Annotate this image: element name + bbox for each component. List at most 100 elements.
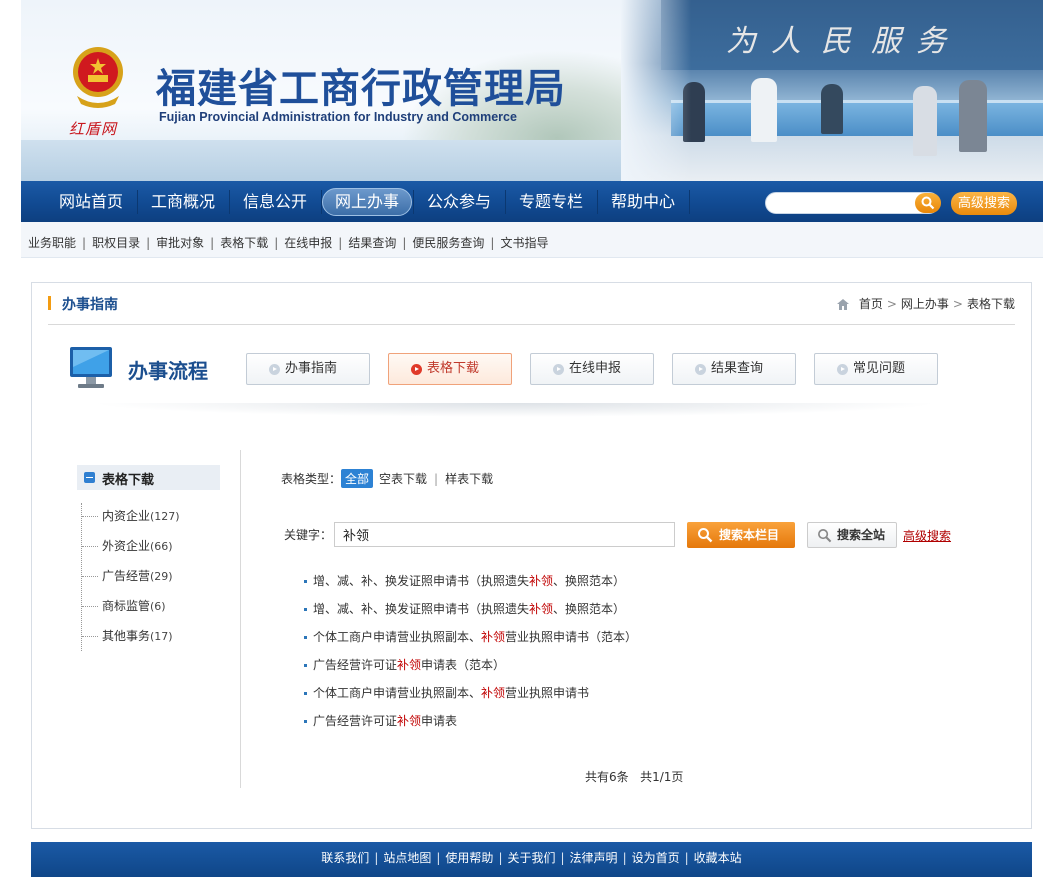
search-icon bbox=[818, 529, 832, 543]
photo-calligraphy-5: 务 bbox=[916, 24, 946, 59]
collapse-icon bbox=[84, 472, 95, 483]
breadcrumb-home[interactable]: 首页 bbox=[859, 297, 883, 311]
subnav-item-convenience-query[interactable]: 便民服务查询 bbox=[412, 236, 484, 250]
site-subtitle: Fujian Provincial Administration for Ind… bbox=[159, 110, 517, 124]
process-steps: 办事流程 办事指南 表格下载 在线申报 结果查询 常见问题 bbox=[68, 343, 938, 403]
footer-link-legal[interactable]: 法律声明 bbox=[570, 851, 618, 865]
search-icon bbox=[698, 528, 713, 543]
form-type-filter: 表格类型： 全部 空表下载 | 样表下载 bbox=[281, 469, 493, 488]
step-form-download[interactable]: 表格下载 bbox=[388, 353, 512, 385]
subnav-item-result-query[interactable]: 结果查询 bbox=[348, 236, 396, 250]
subnav-item-form-download[interactable]: 表格下载 bbox=[220, 236, 268, 250]
photo-calligraphy-4: 服 bbox=[871, 24, 901, 59]
subnav-item-online-application[interactable]: 在线申报 bbox=[284, 236, 332, 250]
panel-title-accent bbox=[48, 296, 51, 310]
subnav-item-document-guidance[interactable]: 文书指导 bbox=[500, 236, 548, 250]
step-result-query[interactable]: 结果查询 bbox=[672, 353, 796, 385]
tree-item-advertising[interactable]: 广告经营(29) bbox=[82, 567, 173, 585]
tree-title: 表格下载 bbox=[102, 473, 155, 488]
footer-link-set-homepage[interactable]: 设为首页 bbox=[632, 851, 680, 865]
result-item[interactable]: 广告经营许可证补领申请表（范本） bbox=[304, 656, 505, 674]
photo-service-counter bbox=[671, 100, 1043, 136]
result-item[interactable]: 个体工商户申请营业执照副本、补领营业执照申请书 bbox=[304, 684, 589, 702]
subnav-divider: | bbox=[274, 236, 279, 250]
tree-item-domestic[interactable]: 内资企业(127) bbox=[82, 507, 180, 525]
play-icon bbox=[695, 364, 706, 375]
footer-divider: | bbox=[436, 851, 441, 865]
process-title: 办事流程 bbox=[128, 359, 208, 383]
nav-separator bbox=[689, 190, 690, 214]
step-faq[interactable]: 常见问题 bbox=[814, 353, 938, 385]
home-icon bbox=[837, 299, 849, 310]
result-item[interactable]: 增、减、补、换发证照申请书（执照遗失补领、换照范本） bbox=[304, 600, 625, 618]
tree-item-count: (127) bbox=[150, 510, 180, 523]
photo-calligraphy-1: 为 bbox=[726, 24, 756, 59]
filter-divider: | bbox=[434, 472, 439, 486]
play-icon bbox=[411, 364, 422, 375]
tree-item-trademark[interactable]: 商标监管(6) bbox=[82, 597, 166, 615]
photo-person bbox=[751, 78, 777, 142]
footer-divider: | bbox=[622, 851, 627, 865]
main-nav: 网站首页 工商概况 信息公开 网上办事 公众参与 专题专栏 帮助中心 高级搜索 bbox=[21, 181, 1043, 222]
process-shadow bbox=[90, 403, 940, 417]
type-all[interactable]: 全部 bbox=[341, 469, 374, 488]
subnav-divider: | bbox=[490, 236, 495, 250]
nav-item-overview[interactable]: 工商概况 bbox=[137, 181, 229, 222]
site-search-button[interactable] bbox=[915, 193, 941, 213]
tree-item-foreign[interactable]: 外资企业(66) bbox=[82, 537, 173, 555]
play-icon bbox=[553, 364, 564, 375]
step-online-application[interactable]: 在线申报 bbox=[530, 353, 654, 385]
subnav-divider: | bbox=[402, 236, 407, 250]
result-item[interactable]: 增、减、补、换发证照申请书（执照遗失补领、换照范本） bbox=[304, 572, 625, 590]
footer-divider: | bbox=[498, 851, 503, 865]
play-icon bbox=[837, 364, 848, 375]
type-sample-download[interactable]: 样表下载 bbox=[445, 472, 493, 486]
subnav-item-authority-catalog[interactable]: 职权目录 bbox=[92, 236, 140, 250]
footer-link-contact[interactable]: 联系我们 bbox=[321, 851, 369, 865]
type-blank-download[interactable]: 空表下载 bbox=[379, 472, 427, 486]
column-divider bbox=[240, 450, 241, 788]
nav-item-home[interactable]: 网站首页 bbox=[45, 181, 137, 222]
play-icon bbox=[269, 364, 280, 375]
total-count: 共有6条 bbox=[585, 770, 629, 784]
keyword-input[interactable] bbox=[334, 522, 675, 547]
result-item[interactable]: 个体工商户申请营业执照副本、补领营业执照申请书（范本） bbox=[304, 628, 637, 646]
search-column-button[interactable]: 搜索本栏目 bbox=[687, 522, 795, 548]
breadcrumb: 首页 > 网上办事 > 表格下载 bbox=[837, 295, 1015, 312]
photo-calligraphy-3: 民 bbox=[821, 24, 851, 59]
search-site-button[interactable]: 搜索全站 bbox=[807, 522, 897, 548]
monitor-icon bbox=[70, 347, 112, 388]
site-search-input[interactable] bbox=[765, 192, 940, 214]
national-emblem-icon bbox=[73, 47, 123, 108]
footer-link-bookmark[interactable]: 收藏本站 bbox=[694, 851, 742, 865]
result-item[interactable]: 广告经营许可证补领申请表 bbox=[304, 712, 457, 730]
service-hall-photo: 为 人 民 服 务 bbox=[621, 0, 1043, 181]
search-icon bbox=[921, 196, 935, 210]
step-guide[interactable]: 办事指南 bbox=[246, 353, 370, 385]
footer-link-about[interactable]: 关于我们 bbox=[507, 851, 555, 865]
header-banner: 为 人 民 服 务 红盾网 福建省工商行政管理局 Fujian Provinci… bbox=[21, 0, 1043, 181]
advanced-search-link[interactable]: 高级搜索 bbox=[903, 527, 951, 544]
panel-header: 办事指南 首页 > 网上办事 > 表格下载 bbox=[48, 283, 1015, 325]
subnav-item-business-functions[interactable]: 业务职能 bbox=[28, 236, 76, 250]
footer-divider: | bbox=[684, 851, 689, 865]
tree-item-other[interactable]: 其他事务(17) bbox=[82, 627, 173, 645]
keyword-label: 关键字： bbox=[284, 528, 333, 542]
tree-header[interactable]: 表格下载 bbox=[77, 465, 220, 490]
subnav-item-approval-objects[interactable]: 审批对象 bbox=[156, 236, 204, 250]
page-count: 共1/1页 bbox=[640, 770, 684, 784]
advanced-search-button[interactable]: 高级搜索 bbox=[951, 192, 1017, 215]
breadcrumb-online-services[interactable]: 网上办事 bbox=[901, 297, 949, 311]
content-panel: 办事指南 首页 > 网上办事 > 表格下载 办事流程 办事指南 表格下载 在线申报 结果… bbox=[31, 282, 1032, 829]
nav-item-help-center[interactable]: 帮助中心 bbox=[597, 181, 689, 222]
footer-link-sitemap[interactable]: 站点地图 bbox=[383, 851, 431, 865]
nav-item-special-topics[interactable]: 专题专栏 bbox=[505, 181, 597, 222]
photo-calligraphy-2: 人 bbox=[771, 24, 801, 59]
photo-wall bbox=[661, 0, 1043, 70]
photo-person bbox=[821, 84, 843, 134]
nav-item-online-services[interactable]: 网上办事 bbox=[321, 181, 413, 222]
nav-item-info-public[interactable]: 信息公开 bbox=[229, 181, 321, 222]
footer-link-help[interactable]: 使用帮助 bbox=[445, 851, 493, 865]
nav-item-public-participation[interactable]: 公众参与 bbox=[413, 181, 505, 222]
subnav-divider: | bbox=[210, 236, 215, 250]
